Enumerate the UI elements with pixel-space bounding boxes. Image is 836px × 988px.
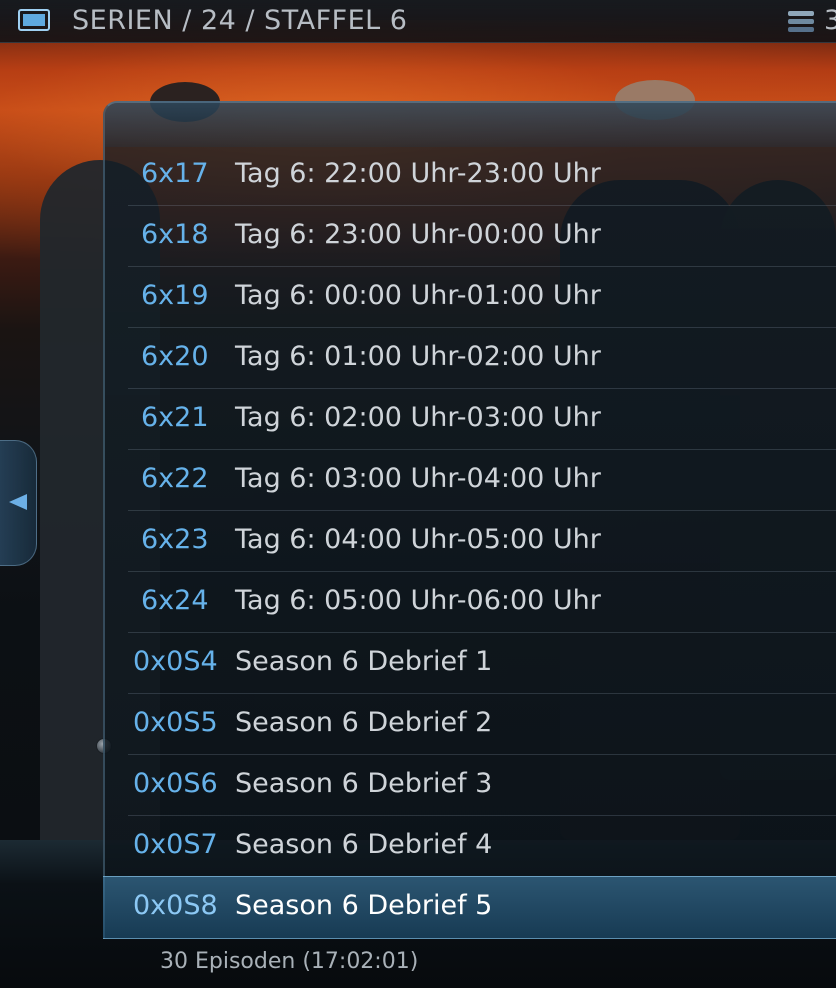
episode-title: Tag 6: 22:00 Uhr-23:00 Uhr (235, 158, 601, 189)
episode-title: Tag 6: 05:00 Uhr-06:00 Uhr (235, 585, 601, 616)
episode-row[interactable]: 0x0S4 Season 6 Debrief 1 (103, 633, 836, 694)
episode-number: 6x21 (141, 402, 209, 433)
episode-number: 0x0S5 (133, 707, 218, 738)
episode-summary: 30 Episoden (17:02:01) (160, 949, 419, 974)
episode-number: 0x0S8 (133, 890, 218, 921)
episode-row[interactable]: 6x22 Tag 6: 03:00 Uhr-04:00 Uhr (103, 450, 836, 511)
episode-title: Season 6 Debrief 5 (235, 890, 493, 921)
episode-number: 6x20 (141, 341, 209, 372)
episode-row[interactable]: 6x24 Tag 6: 05:00 Uhr-06:00 Uhr (103, 572, 836, 633)
episode-title: Tag 6: 00:00 Uhr-01:00 Uhr (235, 280, 601, 311)
episode-title: Season 6 Debrief 1 (235, 646, 493, 677)
episode-title: Tag 6: 03:00 Uhr-04:00 Uhr (235, 463, 601, 494)
episode-title: Season 6 Debrief 2 (235, 707, 493, 738)
panel-top-strip (105, 103, 836, 147)
side-menu-tab[interactable] (0, 440, 37, 566)
arrow-left-icon (9, 494, 27, 510)
episode-row[interactable]: 6x21 Tag 6: 02:00 Uhr-03:00 Uhr (103, 389, 836, 450)
tv-icon (18, 9, 50, 31)
header-right-text: 3 (824, 5, 836, 36)
episode-number: 0x0S6 (133, 768, 218, 799)
episode-row[interactable]: 6x20 Tag 6: 01:00 Uhr-02:00 Uhr (103, 328, 836, 389)
episode-row[interactable]: 0x0S5 Season 6 Debrief 2 (103, 694, 836, 755)
episode-row-selected[interactable]: 0x0S8 Season 6 Debrief 5 (103, 876, 836, 939)
episode-number: 0x0S7 (133, 829, 218, 860)
list-stack-icon[interactable] (786, 9, 818, 35)
episode-row[interactable]: 6x19 Tag 6: 00:00 Uhr-01:00 Uhr (103, 267, 836, 328)
episode-title: Tag 6: 02:00 Uhr-03:00 Uhr (235, 402, 601, 433)
episode-row[interactable]: 0x0S7 Season 6 Debrief 4 (103, 816, 836, 877)
episode-title: Tag 6: 04:00 Uhr-05:00 Uhr (235, 524, 601, 555)
episode-row[interactable]: 6x18 Tag 6: 23:00 Uhr-00:00 Uhr (103, 206, 836, 267)
episode-number: 6x19 (141, 280, 209, 311)
episode-number: 6x22 (141, 463, 209, 494)
episode-row[interactable]: 6x23 Tag 6: 04:00 Uhr-05:00 Uhr (103, 511, 836, 572)
episode-title: Season 6 Debrief 4 (235, 829, 493, 860)
episode-title: Season 6 Debrief 3 (235, 768, 493, 799)
episode-title: Tag 6: 01:00 Uhr-02:00 Uhr (235, 341, 601, 372)
header-bar: SERIEN / 24 / STAFFEL 6 3 (0, 0, 836, 43)
episode-row[interactable]: 0x0S6 Season 6 Debrief 3 (103, 755, 836, 816)
episode-number: 6x24 (141, 585, 209, 616)
episode-number: 6x23 (141, 524, 209, 555)
episode-number: 0x0S4 (133, 646, 218, 677)
breadcrumb: SERIEN / 24 / STAFFEL 6 (72, 5, 408, 36)
episode-row[interactable]: 6x17 Tag 6: 22:00 Uhr-23:00 Uhr (103, 145, 836, 206)
episode-number: 6x17 (141, 158, 209, 189)
episode-title: Tag 6: 23:00 Uhr-00:00 Uhr (235, 219, 601, 250)
episode-number: 6x18 (141, 219, 209, 250)
